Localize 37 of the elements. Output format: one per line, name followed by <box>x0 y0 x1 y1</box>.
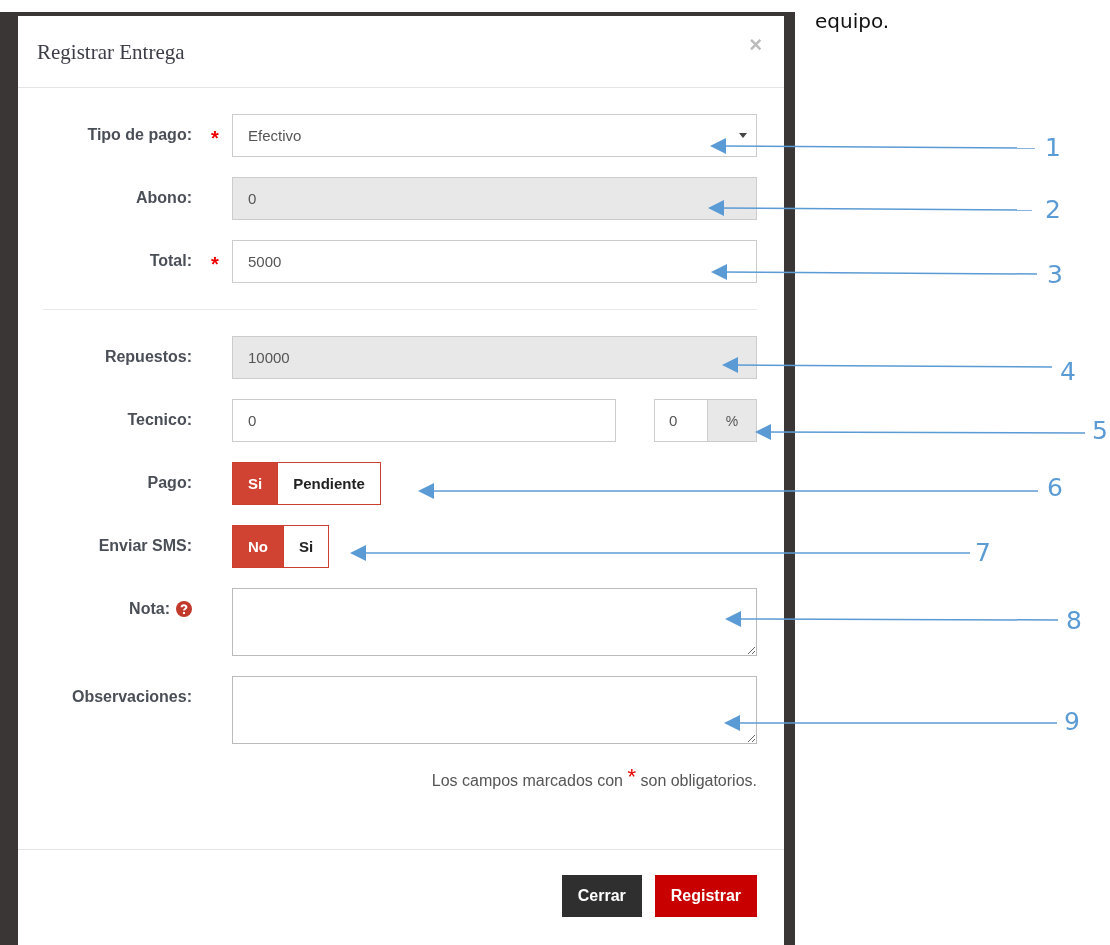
toggle-option[interactable]: Si <box>284 525 330 568</box>
callout-number: 4 <box>1060 357 1076 387</box>
toggle-option[interactable]: Si <box>232 462 279 505</box>
input-field[interactable]: 0 <box>654 399 708 442</box>
callout-number: 2 <box>1045 195 1061 225</box>
callout-number: 1 <box>1045 133 1061 163</box>
toggle-option[interactable]: No <box>232 525 284 568</box>
callout-number: 5 <box>1092 416 1108 446</box>
callout-number: 6 <box>1047 473 1063 503</box>
text-area-field[interactable] <box>232 676 757 744</box>
field-label: Tecnico: <box>127 410 192 430</box>
callout-number: 9 <box>1064 707 1080 737</box>
callout-number: 3 <box>1047 260 1063 290</box>
modal-title: Registrar Entrega <box>37 39 185 65</box>
register-button[interactable]: Registrar <box>654 875 757 917</box>
field-label: Nota: <box>129 599 170 619</box>
caption-text: equipo. <box>815 10 890 32</box>
callout-number: 8 <box>1066 606 1082 636</box>
input-field[interactable]: 5000 <box>232 240 757 283</box>
close-button[interactable]: Cerrar <box>561 875 642 917</box>
select-field[interactable]: Efectivo <box>232 114 757 157</box>
field-label: Total: <box>149 251 192 271</box>
required-mark: * <box>210 128 219 151</box>
field-label: Pago: <box>147 473 192 493</box>
field-label: Tipo de pago: <box>87 125 192 145</box>
field-label: Repuestos: <box>104 347 192 367</box>
help-icon[interactable] <box>176 601 192 617</box>
required-mark: * <box>210 254 219 277</box>
caret-icon <box>739 133 747 138</box>
toggle-option[interactable]: Pendiente <box>278 462 381 505</box>
text-area-field[interactable] <box>232 588 757 656</box>
field-label: Observaciones: <box>71 687 192 707</box>
input-field[interactable]: 0 <box>232 399 616 442</box>
percent-addon: % <box>708 399 757 442</box>
field-label: Abono: <box>136 188 192 208</box>
field-label: Enviar SMS: <box>98 536 192 556</box>
callout-number: 7 <box>975 538 991 568</box>
